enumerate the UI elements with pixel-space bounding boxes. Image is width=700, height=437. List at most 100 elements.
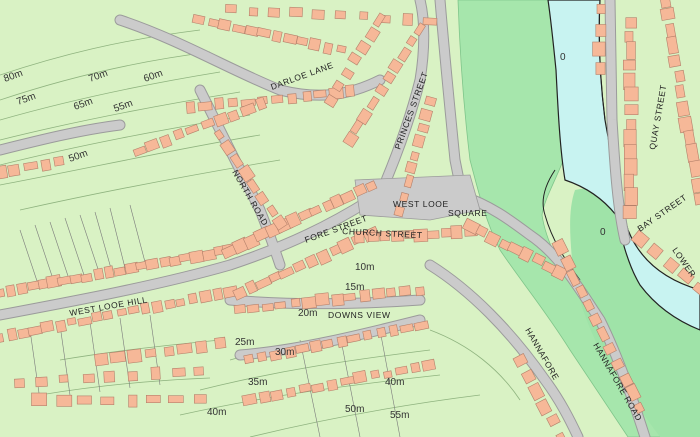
building xyxy=(624,187,638,206)
building xyxy=(31,392,47,406)
building xyxy=(224,4,237,14)
building xyxy=(289,6,303,18)
building xyxy=(624,31,634,43)
building xyxy=(16,282,29,296)
building xyxy=(168,395,184,404)
building xyxy=(194,394,207,404)
contour-label-25: 25m xyxy=(235,337,254,348)
building xyxy=(198,289,213,304)
building xyxy=(55,319,67,333)
building xyxy=(176,342,193,355)
building xyxy=(415,286,425,297)
building xyxy=(172,367,186,377)
map-canvas[interactable]: 80m 75m 70m 65m 60m 55m 50m 25m 30m 20m … xyxy=(0,0,700,437)
building xyxy=(26,280,40,291)
building xyxy=(100,396,115,405)
building xyxy=(441,227,453,238)
building xyxy=(336,335,349,348)
street-label-square: SQUARE xyxy=(448,208,488,218)
building xyxy=(214,97,225,110)
building xyxy=(270,94,284,104)
building xyxy=(39,320,55,334)
building xyxy=(625,17,637,29)
building xyxy=(197,101,213,112)
building xyxy=(53,155,65,167)
building xyxy=(212,287,224,301)
map-view[interactable]: 80m 75m 70m 65m 60m 55m 50m 25m 30m 20m … xyxy=(0,0,700,437)
building xyxy=(241,393,258,407)
building xyxy=(93,352,109,367)
building xyxy=(342,292,356,302)
building xyxy=(314,292,330,307)
building xyxy=(309,339,323,354)
building xyxy=(595,62,606,75)
building xyxy=(271,30,283,43)
building xyxy=(248,7,259,17)
building xyxy=(623,59,636,71)
contour-label-35: 35m xyxy=(248,377,267,388)
building xyxy=(426,230,440,240)
building xyxy=(14,378,25,389)
building xyxy=(362,329,373,341)
building xyxy=(35,376,48,388)
building xyxy=(592,41,606,57)
building xyxy=(371,287,386,300)
building xyxy=(334,10,346,20)
building xyxy=(187,292,198,305)
building xyxy=(40,158,52,172)
building xyxy=(243,353,255,365)
building xyxy=(674,84,686,99)
building xyxy=(421,358,436,372)
building xyxy=(376,326,387,339)
building xyxy=(195,340,208,354)
building xyxy=(5,284,17,298)
building xyxy=(596,4,606,14)
building xyxy=(80,273,93,284)
building xyxy=(344,84,355,98)
building xyxy=(6,327,18,342)
building xyxy=(624,158,638,176)
building xyxy=(227,97,238,108)
contour-label-10: 10m xyxy=(355,262,374,273)
building xyxy=(269,389,284,402)
building xyxy=(313,89,327,99)
building xyxy=(626,119,637,131)
building xyxy=(113,266,127,277)
building xyxy=(258,390,272,404)
building xyxy=(302,90,313,102)
building xyxy=(667,54,682,68)
building xyxy=(144,348,157,358)
building xyxy=(267,7,281,18)
building xyxy=(402,13,414,26)
contour-label-0a: 0 xyxy=(560,52,566,63)
building xyxy=(410,362,421,374)
building xyxy=(287,93,298,105)
building xyxy=(595,24,607,37)
street-label-downs-view: DOWNS VIEW xyxy=(328,310,391,320)
building xyxy=(163,346,175,357)
building xyxy=(214,336,227,350)
building xyxy=(370,369,380,379)
building xyxy=(622,205,637,219)
contour-label-15: 15m xyxy=(345,282,364,293)
street-label-west-looe: WEST LOOE xyxy=(393,199,449,209)
contour-label-40b: 40m xyxy=(385,377,404,388)
building xyxy=(82,373,95,384)
building xyxy=(66,317,77,326)
building xyxy=(290,297,301,308)
building xyxy=(217,18,232,32)
building xyxy=(185,101,196,114)
building xyxy=(246,303,260,314)
building xyxy=(116,307,128,317)
building xyxy=(624,86,639,102)
building xyxy=(103,265,115,279)
building xyxy=(388,324,399,337)
building xyxy=(307,37,322,52)
contour-label-40: 40m xyxy=(207,407,226,418)
building xyxy=(336,44,347,54)
building xyxy=(285,386,297,398)
building xyxy=(193,366,204,376)
building xyxy=(188,249,205,265)
building xyxy=(626,41,636,60)
building xyxy=(274,301,287,310)
